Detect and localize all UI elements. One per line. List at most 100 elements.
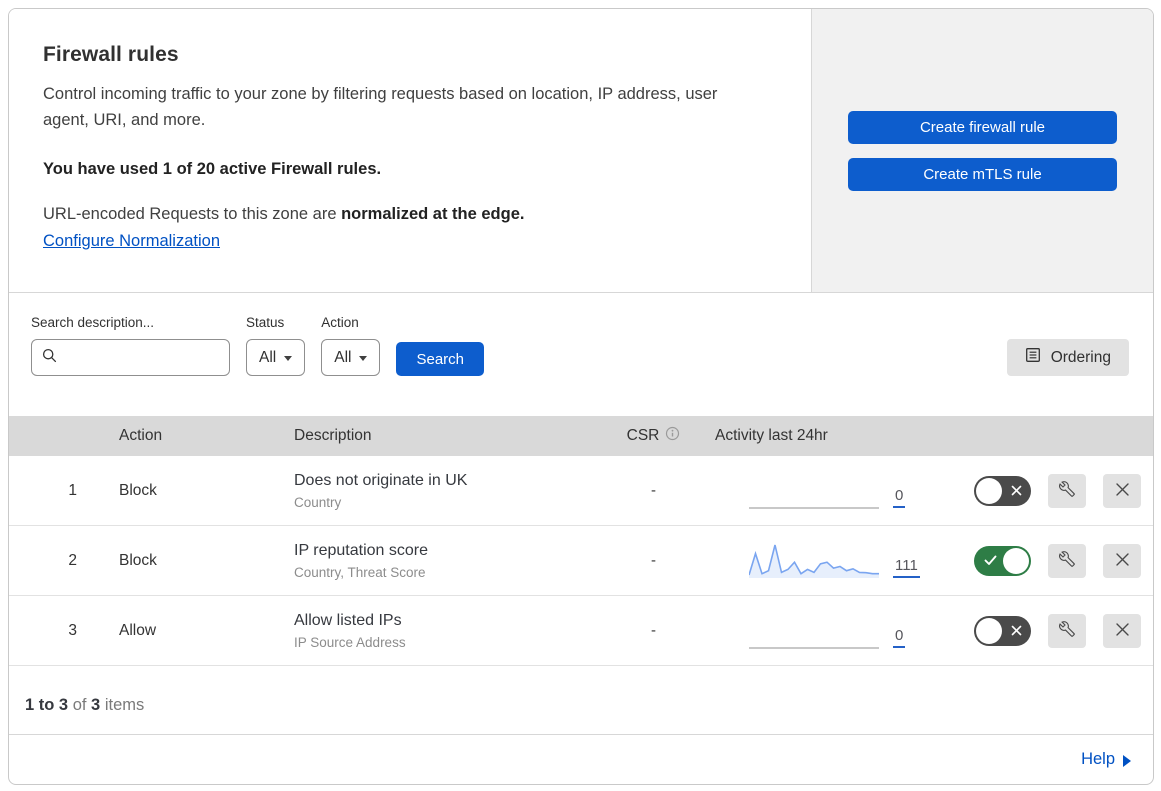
activity-sparkline [749,646,879,649]
csr-header-label: CSR [626,427,660,444]
activity-column-header: Activity last 24hr [715,427,828,444]
activity-count-link[interactable]: 111 [893,557,920,578]
search-button[interactable]: Search [396,342,484,376]
wrench-icon [1059,481,1075,500]
toggle-knob [976,617,1002,644]
table-row: 2 Block IP reputation score Country, Thr… [9,526,1153,596]
toggle-state-icon [1002,476,1030,506]
status-label: Status [246,315,285,330]
normalization-note: URL-encoded Requests to this zone are no… [43,205,769,224]
close-icon [1115,622,1130,640]
page-description: Control incoming traffic to your zone by… [43,85,718,130]
edit-rule-button[interactable] [1048,473,1086,508]
rule-activity-cell: 0 [701,472,936,510]
rule-description: Does not originate in UK [294,471,468,489]
toggle-knob [1003,547,1029,574]
wrench-icon [1059,621,1075,640]
status-select[interactable]: All [246,339,306,376]
delete-rule-button[interactable] [1103,543,1141,578]
toggle-state-icon [976,546,1004,576]
rule-enabled-toggle[interactable] [974,475,1031,506]
ordering-list-icon [1025,347,1041,368]
wrench-icon [1059,551,1075,570]
toggle-state-icon [1002,616,1030,646]
usage-summary: You have used 1 of 20 active Firewall ru… [43,159,382,178]
status-filter-group: Status All [246,315,306,376]
rule-action: Block [119,481,157,499]
rule-description-cell: IP reputation score Country, Threat Scor… [276,542,606,580]
activity-count-link[interactable]: 0 [893,487,906,508]
pagination-summary: 1 to 3 of 3 items [9,666,1153,735]
items-total: 3 [91,695,101,714]
rule-activity-cell: 111 [701,542,936,580]
rule-controls [936,613,1153,648]
table-row: 3 Allow Allow listed IPs IP Source Addre… [9,596,1153,666]
help-row: Help [9,735,1153,784]
header-actions-panel: Create firewall rule Create mTLS rule [812,9,1153,292]
help-link-label: Help [1081,750,1115,768]
rule-action: Block [119,551,157,569]
activity-sparkline [749,544,879,578]
table-row: 1 Block Does not originate in UK Country… [9,456,1153,526]
rule-criteria: Country [294,494,342,510]
search-input-wrapper [31,339,230,376]
rule-criteria: IP Source Address [294,634,406,650]
ordering-button[interactable]: Ordering [1006,339,1129,376]
search-label: Search description... [31,315,155,330]
rule-description: IP reputation score [294,541,429,559]
items-of-text: of [68,695,92,714]
arrow-right-icon [1123,754,1131,767]
create-mtls-rule-button[interactable]: Create mTLS rule [848,157,1117,191]
items-label: items [100,695,145,714]
toggle-knob [976,477,1002,504]
csr-column-header: CSR [627,426,681,446]
activity-count-link[interactable]: 0 [893,627,906,648]
header-zone: Firewall rules Control incoming traffic … [9,9,1153,293]
rule-priority: 1 [68,481,77,499]
search-field-group: Search description... [31,315,230,376]
delete-rule-button[interactable] [1103,473,1141,508]
rule-criteria: Country, Threat Score [294,564,426,580]
chevron-down-icon [284,356,293,361]
header-text-card: Firewall rules Control incoming traffic … [9,9,812,292]
rule-csr-value: - [651,622,656,639]
rule-csr-value: - [651,482,656,499]
action-filter-group: Action All [321,315,381,376]
rule-description-cell: Allow listed IPs IP Source Address [276,612,606,650]
action-select[interactable]: All [321,339,381,376]
page-title: Firewall rules [43,43,179,66]
activity-sparkline [749,506,879,509]
delete-rule-button[interactable] [1103,613,1141,648]
normalization-prefix: URL-encoded Requests to this zone are [43,204,342,223]
search-input[interactable] [65,349,215,366]
rule-enabled-toggle[interactable] [974,545,1031,576]
help-link[interactable]: Help [1081,750,1131,769]
rule-activity-cell: 0 [701,612,936,650]
filter-bar: Search description... Status All Action … [9,293,1153,416]
rule-csr-value: - [651,552,656,569]
rule-description: Allow listed IPs [294,611,402,629]
search-icon [42,348,57,368]
edit-rule-button[interactable] [1048,543,1086,578]
create-firewall-rule-button[interactable]: Create firewall rule [848,110,1117,144]
info-icon[interactable] [665,426,680,446]
close-icon [1115,552,1130,570]
edit-rule-button[interactable] [1048,613,1086,648]
chevron-down-icon [359,356,368,361]
normalization-bold: normalized at the edge. [341,204,525,223]
action-selected-value: All [334,348,352,366]
rule-controls [936,543,1153,578]
table-header-row: Action Description CSR Activity last 24h… [9,416,1153,456]
rule-controls [936,473,1153,508]
rule-priority: 2 [68,551,77,569]
rule-enabled-toggle[interactable] [974,615,1031,646]
action-column-header: Action [119,427,163,444]
items-range: 1 to 3 [25,695,69,714]
rule-description-cell: Does not originate in UK Country [276,472,606,510]
status-selected-value: All [259,348,277,366]
configure-normalization-link[interactable]: Configure Normalization [43,232,220,251]
rule-action: Allow [119,621,157,639]
description-column-header: Description [294,427,372,444]
ordering-button-label: Ordering [1050,348,1111,366]
close-icon [1115,482,1130,500]
